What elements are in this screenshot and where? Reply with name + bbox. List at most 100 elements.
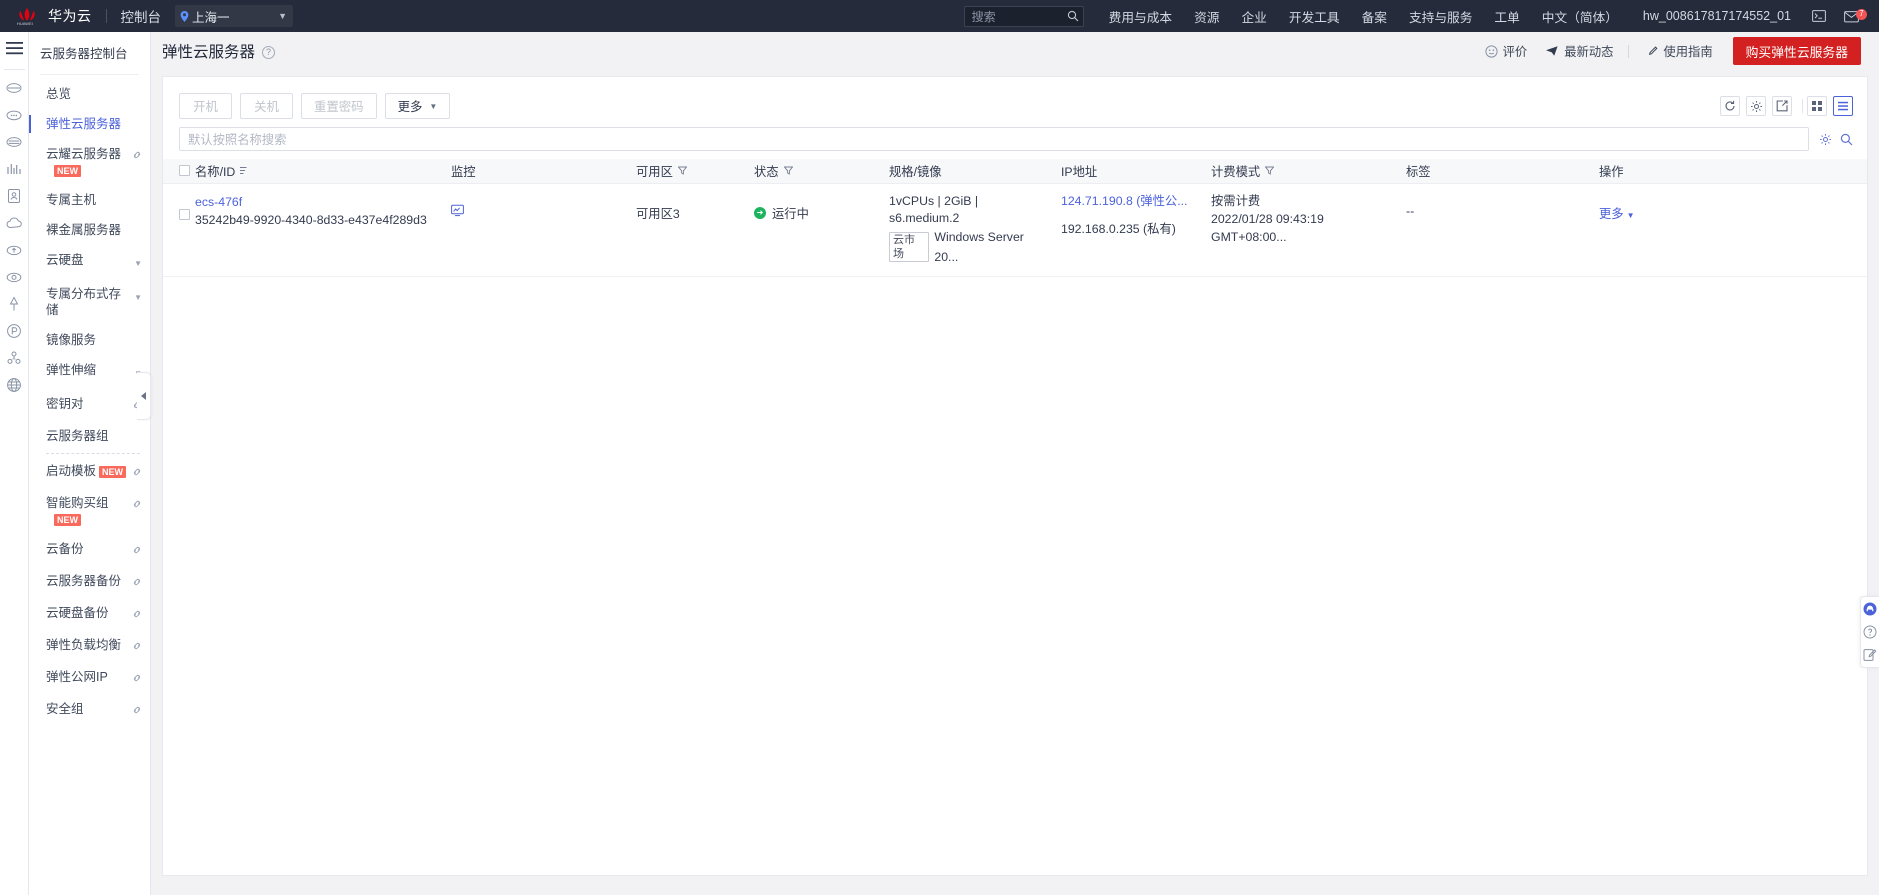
sidebar-item-1[interactable]: 弹性云服务器 — [29, 109, 150, 139]
cloud-server-icon[interactable] — [0, 74, 29, 101]
reset-password-button[interactable]: 重置密码 — [301, 93, 377, 119]
public-ip-link[interactable]: 124.71.190.8 (弹性公... — [1061, 193, 1199, 210]
user-guide-action[interactable]: 使用指南 — [1635, 42, 1721, 60]
whats-new-action[interactable]: 最新动态 — [1536, 42, 1622, 60]
cloud-stack-icon[interactable] — [0, 128, 29, 155]
select-all-checkbox[interactable] — [179, 165, 190, 177]
sidebar-item-3[interactable]: 专属主机 — [29, 185, 150, 215]
sidebar-item-11[interactable]: 启动模板 NEW — [29, 456, 150, 488]
sidebar-item-10[interactable]: 云服务器组 — [29, 421, 150, 451]
sidebar-item-9[interactable]: 密钥对 — [29, 389, 150, 421]
sidebar-item-16[interactable]: 弹性负载均衡 — [29, 630, 150, 662]
sidebar-item-6[interactable]: 专属分布式存储 ▼ — [29, 279, 150, 325]
sidebar-menu: 总览弹性云服务器云耀云服务器 NEW 专属主机 裸金属服务器 云硬盘 ▼ 专属分布式存储 ▼ 镜… — [29, 75, 150, 726]
sidebar-item-13[interactable]: 云备份 — [29, 534, 150, 566]
grid-view-icon[interactable] — [1807, 96, 1827, 116]
top-nav-right-group: 搜索 费用与成本 资源 企业 开发工具 备案 支持与服务 工单 中文（简体） h… — [963, 0, 1879, 32]
region-selector[interactable]: 上海一 ▼ — [175, 5, 293, 27]
chevron-down-icon: ▼ — [278, 11, 287, 21]
filter-icon[interactable] — [677, 166, 687, 176]
row-checkbox[interactable] — [179, 208, 190, 220]
cloud-up-icon[interactable] — [0, 236, 29, 263]
nav-item-resources[interactable]: 资源 — [1183, 7, 1230, 26]
global-search-box[interactable]: 搜索 — [963, 5, 1084, 27]
search-icon[interactable] — [1840, 133, 1853, 146]
server-name-link[interactable]: ecs-476f — [195, 193, 427, 211]
filter-settings-icon[interactable] — [1819, 133, 1832, 146]
sidebar-item-2[interactable]: 云耀云服务器 NEW — [29, 139, 150, 185]
sidebar-item-text: 弹性云服务器 — [46, 117, 122, 131]
cell-name-id: ecs-476f 35242b49-9920-4340-8d33-e437e4f… — [163, 183, 445, 277]
sidebar-item-15[interactable]: 云硬盘备份 — [29, 598, 150, 630]
external-link-icon[interactable] — [132, 639, 142, 655]
search-icon[interactable] — [1067, 10, 1079, 22]
table-row[interactable]: ecs-476f 35242b49-9920-4340-8d33-e437e4f… — [163, 183, 1867, 277]
chevron-down-icon[interactable]: ▼ — [134, 256, 142, 272]
sidebar-item-17[interactable]: 弹性公网IP — [29, 662, 150, 694]
sidebar-item-12[interactable]: 智能购买组 NEW — [29, 488, 150, 534]
rate-action[interactable]: 评价 — [1476, 42, 1537, 60]
analytics-icon[interactable] — [0, 155, 29, 182]
sidebar-collapse-handle[interactable] — [137, 372, 151, 420]
sort-icon[interactable] — [240, 166, 249, 175]
external-link-icon[interactable] — [132, 575, 142, 591]
export-icon[interactable] — [1772, 96, 1792, 116]
pin-circle-icon[interactable] — [0, 317, 29, 344]
cloud-shell-icon[interactable] — [1803, 10, 1835, 22]
nav-item-icp[interactable]: 备案 — [1351, 7, 1398, 26]
network-icon[interactable] — [0, 344, 29, 371]
cloud-sync-icon[interactable] — [0, 263, 29, 290]
menu-burger-icon[interactable] — [5, 42, 23, 60]
sidebar-item-18[interactable]: 安全组 — [29, 694, 150, 726]
document-icon[interactable] — [0, 182, 29, 209]
message-count-badge: 7 — [1856, 8, 1867, 20]
filter-icon[interactable] — [1265, 166, 1275, 176]
nav-item-support[interactable]: 支持与服务 — [1398, 7, 1483, 26]
more-actions-button[interactable]: 更多 ▼ — [384, 93, 451, 119]
row-more-action[interactable]: 更多 ▼ — [1599, 207, 1635, 221]
chevron-down-icon[interactable]: ▼ — [134, 290, 142, 306]
status-text: 运行中 — [772, 206, 809, 221]
external-link-icon[interactable] — [132, 671, 142, 687]
start-button[interactable]: 开机 — [179, 93, 232, 119]
external-link-icon[interactable] — [132, 465, 142, 481]
monitor-icon[interactable] — [451, 193, 464, 217]
nav-item-language[interactable]: 中文（简体） — [1531, 7, 1629, 26]
sidebar-item-4[interactable]: 裸金属服务器 — [29, 215, 150, 245]
feedback-note-icon[interactable] — [1863, 648, 1877, 662]
filter-icon[interactable] — [783, 166, 793, 176]
account-name[interactable]: hw_008617817174552_01 — [1629, 9, 1803, 23]
help-question-icon[interactable]: ? — [262, 45, 276, 59]
stop-button[interactable]: 关机 — [240, 93, 293, 119]
sidebar-item-8[interactable]: 弹性伸缩▼ — [29, 355, 150, 389]
search-input[interactable]: 默认按照名称搜索 — [179, 127, 1809, 151]
external-link-icon[interactable] — [132, 703, 142, 719]
sidebar-item-0[interactable]: 总览 — [29, 79, 150, 109]
sidebar-item-7[interactable]: 镜像服务 — [29, 325, 150, 355]
nav-item-tickets[interactable]: 工单 — [1483, 7, 1530, 26]
cell-billing: 按需计费 2022/01/28 09:43:19 GMT+08:00... — [1205, 183, 1400, 277]
settings-gear-icon[interactable] — [1746, 96, 1766, 116]
help-question-icon[interactable] — [1863, 625, 1877, 639]
support-headset-icon[interactable] — [1863, 602, 1877, 616]
cloud-dots-icon[interactable] — [0, 101, 29, 128]
external-link-icon[interactable] — [132, 148, 142, 164]
huawei-logo[interactable]: HUAWEI — [16, 6, 38, 26]
anchor-icon[interactable] — [0, 290, 29, 317]
messages-icon[interactable]: 7 — [1835, 8, 1869, 23]
sidebar-dashed-divider — [46, 453, 140, 454]
buy-ecs-button[interactable]: 购买弹性云服务器 — [1732, 37, 1861, 65]
external-link-icon[interactable] — [132, 607, 142, 623]
sidebar-item-14[interactable]: 云服务器备份 — [29, 566, 150, 598]
list-view-icon[interactable] — [1833, 96, 1853, 116]
nav-item-enterprise[interactable]: 企业 — [1230, 7, 1277, 26]
console-link[interactable]: 控制台 — [121, 6, 162, 26]
nav-item-devtools[interactable]: 开发工具 — [1278, 7, 1351, 26]
nav-item-billing[interactable]: 费用与成本 — [1098, 7, 1183, 26]
globe-icon[interactable] — [0, 371, 29, 398]
cloud-outline-icon[interactable] — [0, 209, 29, 236]
external-link-icon[interactable] — [132, 543, 142, 559]
external-link-icon[interactable] — [132, 497, 142, 513]
sidebar-item-5[interactable]: 云硬盘 ▼ — [29, 245, 150, 279]
refresh-icon[interactable] — [1720, 96, 1740, 116]
